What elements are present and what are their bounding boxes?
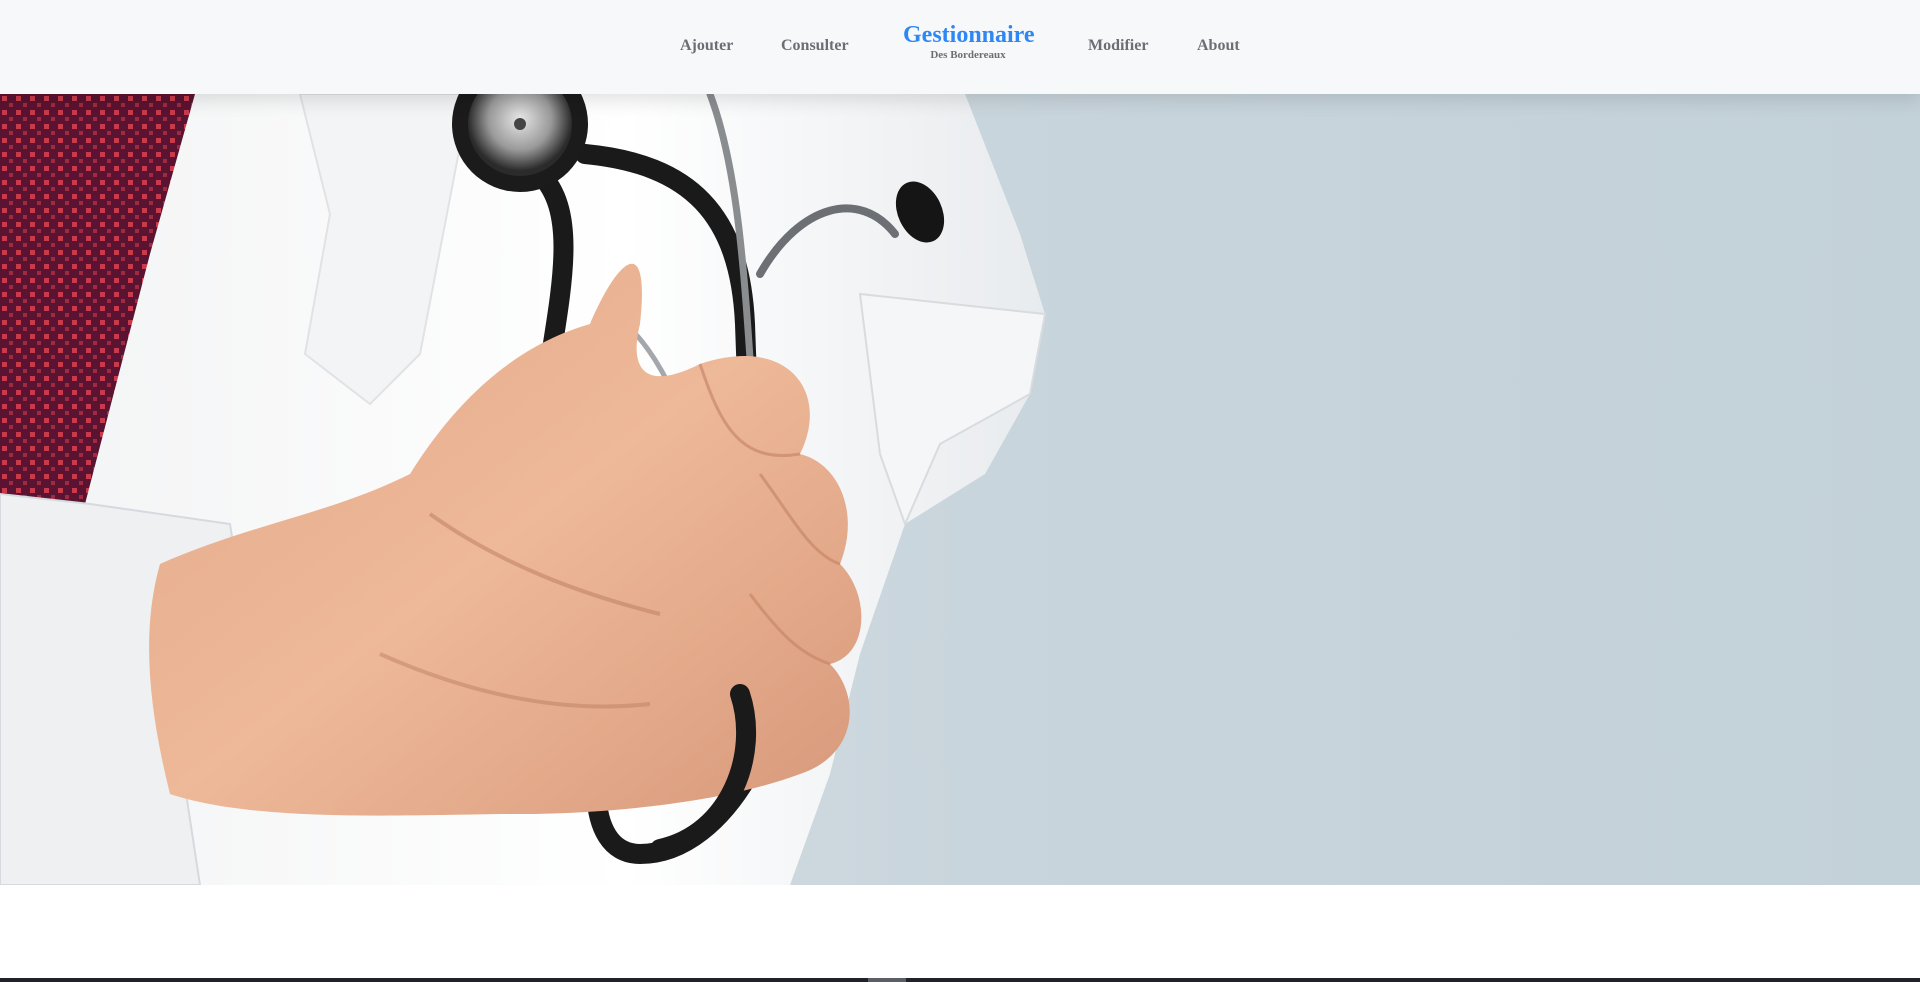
nav-link-consulter[interactable]: Consulter — [781, 37, 849, 55]
hero-banner — [0, 94, 1920, 885]
navbar: Ajouter Consulter Gestionnaire Des Borde… — [0, 0, 1920, 94]
nav-link-ajouter[interactable]: Ajouter — [680, 37, 733, 55]
nav-link-about[interactable]: About — [1197, 37, 1240, 55]
brand-subtitle: Des Bordereaux — [930, 49, 1006, 61]
doctor-stethoscope-illustration — [0, 94, 1047, 885]
nav-link-modifier[interactable]: Modifier — [1088, 37, 1148, 55]
scroll-handle[interactable] — [868, 978, 906, 982]
brand-title: Gestionnaire — [903, 22, 1035, 48]
brand-logo[interactable]: Gestionnaire Des Bordereaux — [903, 22, 1035, 62]
bottom-bar — [0, 978, 1920, 982]
